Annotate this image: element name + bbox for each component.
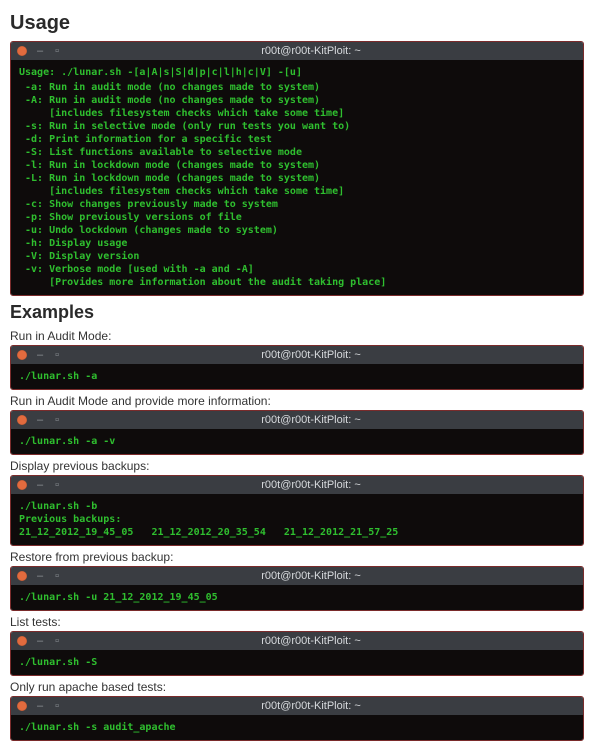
close-icon[interactable] (17, 350, 27, 360)
example-description: List tests: (10, 615, 584, 629)
minimize-icon[interactable]: – (35, 636, 45, 646)
titlebar: –▫r00t@r00t-KitPloit: ~ (11, 476, 583, 494)
close-icon[interactable] (17, 571, 27, 581)
minimize-icon[interactable]: – (35, 46, 45, 56)
close-icon[interactable] (17, 415, 27, 425)
example-terminal: –▫r00t@r00t-KitPloit: ~ ./lunar.sh -a (10, 345, 584, 390)
example-description: Only run apache based tests: (10, 680, 584, 694)
example-terminal: –▫r00t@r00t-KitPloit: ~ ./lunar.sh -b Pre… (10, 475, 584, 546)
minimize-icon[interactable]: – (35, 571, 45, 581)
minimize-icon[interactable]: – (35, 480, 45, 490)
terminal-body: ./lunar.sh -u 21_12_2012_19_45_05 (11, 585, 583, 610)
example-terminal: –▫r00t@r00t-KitPloit: ~ ./lunar.sh -S (10, 631, 584, 676)
titlebar: –▫r00t@r00t-KitPloit: ~ (11, 346, 583, 364)
usage-header-line: Usage: ./lunar.sh -[a|A|s|S|d|p|c|l|h|c|… (19, 66, 575, 79)
usage-terminal: – ▫ r00t@r00t-KitPloit: ~ Usage: ./lunar… (10, 41, 584, 296)
titlebar: –▫r00t@r00t-KitPloit: ~ (11, 697, 583, 715)
terminal-output: ./lunar.sh -u 21_12_2012_19_45_05 (19, 591, 575, 604)
window-title: r00t@r00t-KitPloit: ~ (45, 45, 577, 57)
close-icon[interactable] (17, 636, 27, 646)
terminal-output: ./lunar.sh -s audit_apache (19, 721, 575, 734)
titlebar: –▫r00t@r00t-KitPloit: ~ (11, 632, 583, 650)
heading-usage: Usage (10, 12, 584, 35)
minimize-icon[interactable]: – (35, 350, 45, 360)
terminal-body: ./lunar.sh -a -v (11, 429, 583, 454)
terminal-output: ./lunar.sh -S (19, 656, 575, 669)
terminal-body: ./lunar.sh -a (11, 364, 583, 389)
window-title: r00t@r00t-KitPloit: ~ (45, 414, 577, 426)
window-title: r00t@r00t-KitPloit: ~ (45, 570, 577, 582)
window-title: r00t@r00t-KitPloit: ~ (45, 479, 577, 491)
titlebar: –▫r00t@r00t-KitPloit: ~ (11, 567, 583, 585)
close-icon[interactable] (17, 480, 27, 490)
close-icon[interactable] (17, 46, 27, 56)
terminal-output: ./lunar.sh -a -v (19, 435, 575, 448)
example-terminal: –▫r00t@r00t-KitPloit: ~ ./lunar.sh -a -v (10, 410, 584, 455)
minimize-icon[interactable]: – (35, 701, 45, 711)
example-terminal: –▫r00t@r00t-KitPloit: ~ ./lunar.sh -u 21_… (10, 566, 584, 611)
terminal-output: ./lunar.sh -a (19, 370, 575, 383)
window-title: r00t@r00t-KitPloit: ~ (45, 700, 577, 712)
titlebar: –▫r00t@r00t-KitPloit: ~ (11, 411, 583, 429)
window-title: r00t@r00t-KitPloit: ~ (45, 349, 577, 361)
terminal-output: ./lunar.sh -b Previous backups: 21_12_20… (19, 500, 575, 539)
heading-examples: Examples (10, 302, 584, 323)
example-description: Restore from previous backup: (10, 550, 584, 564)
example-description: Run in Audit Mode and provide more infor… (10, 394, 584, 408)
minimize-icon[interactable]: – (35, 415, 45, 425)
example-description: Display previous backups: (10, 459, 584, 473)
titlebar: – ▫ r00t@r00t-KitPloit: ~ (11, 42, 583, 60)
close-icon[interactable] (17, 701, 27, 711)
example-description: Run in Audit Mode: (10, 329, 584, 343)
terminal-body: ./lunar.sh -s audit_apache (11, 715, 583, 740)
terminal-body: ./lunar.sh -b Previous backups: 21_12_20… (11, 494, 583, 545)
usage-options: -a: Run in audit mode (no changes made t… (19, 81, 575, 289)
terminal-body: ./lunar.sh -S (11, 650, 583, 675)
terminal-body: Usage: ./lunar.sh -[a|A|s|S|d|p|c|l|h|c|… (11, 60, 583, 295)
window-title: r00t@r00t-KitPloit: ~ (45, 635, 577, 647)
example-terminal: –▫r00t@r00t-KitPloit: ~ ./lunar.sh -s aud… (10, 696, 584, 741)
